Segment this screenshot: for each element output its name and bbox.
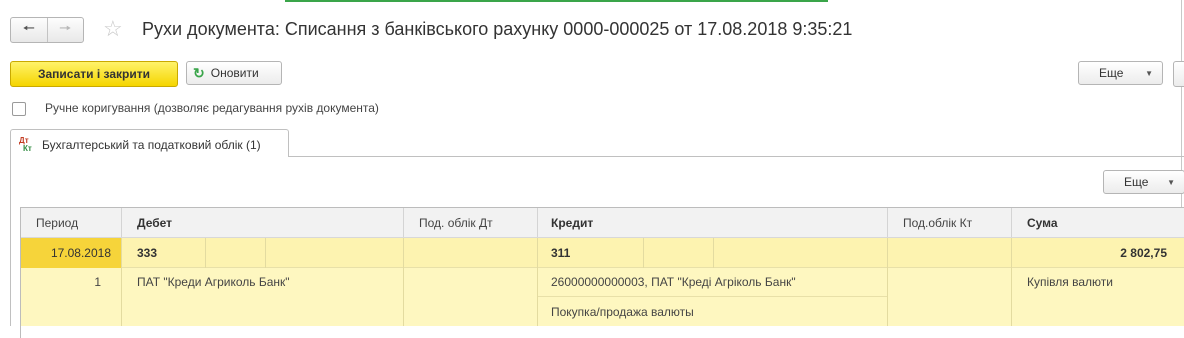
- chevron-down-icon: ▼: [1167, 177, 1175, 187]
- forward-button[interactable]: 🠖: [48, 18, 84, 42]
- more-menu-button[interactable]: Еще ▼: [1078, 61, 1163, 85]
- refresh-label: Оновити: [210, 66, 259, 80]
- cell-debit-account[interactable]: 333: [127, 238, 205, 268]
- page-title: Рухи документа: Списання з банківського …: [142, 19, 853, 39]
- star-icon[interactable]: ☆: [103, 17, 123, 41]
- header-separator: [121, 208, 122, 237]
- col-separator: [121, 238, 122, 326]
- more-label: Еще: [1099, 66, 1124, 80]
- table-more-label: Еще: [1124, 175, 1149, 189]
- col-separator: [403, 238, 404, 326]
- header-credit[interactable]: Кредит: [541, 208, 887, 237]
- header-tax-dt[interactable]: Под. облік Дт: [409, 208, 537, 237]
- panel-border-left: [10, 156, 11, 326]
- cell-credit-subconto[interactable]: 26000000000003, ПАТ "Креді Агріколь Банк…: [541, 268, 887, 296]
- extra-menu-button[interactable]: [1173, 61, 1184, 87]
- back-button[interactable]: 🠔: [11, 18, 47, 42]
- header-separator: [403, 208, 404, 237]
- col-separator: [713, 238, 714, 268]
- col-separator: [265, 238, 266, 268]
- manual-edit-checkbox[interactable]: [12, 102, 26, 116]
- header-period[interactable]: Период: [26, 208, 121, 237]
- header-separator: [537, 208, 538, 237]
- col-separator: [643, 238, 644, 268]
- cell-row-number[interactable]: 1: [26, 268, 111, 296]
- col-separator: [205, 238, 206, 268]
- manual-edit-label: Ручне коригування (дозволяє редагування …: [45, 101, 379, 115]
- arrow-right-icon: 🠖: [59, 20, 72, 36]
- col-separator: [1011, 238, 1012, 326]
- refresh-icon: ↻: [193, 64, 205, 81]
- header-sum[interactable]: Сума: [1017, 208, 1177, 237]
- cell-period[interactable]: 17.08.2018: [26, 238, 121, 268]
- refresh-button[interactable]: ↻ Оновити: [186, 61, 282, 85]
- cell-sum[interactable]: 2 802,75: [1017, 238, 1177, 268]
- arrow-left-icon: 🠔: [22, 20, 35, 36]
- top-accent-line: [285, 0, 828, 2]
- cell-sum-note[interactable]: Купівля валюти: [1017, 268, 1177, 296]
- table-more-menu-button[interactable]: Еще ▼: [1103, 170, 1184, 194]
- chevron-down-icon: ▼: [1145, 68, 1153, 78]
- kt-icon-text: Кт: [23, 144, 32, 153]
- header-tax-kt[interactable]: Под.облік Кт: [893, 208, 1011, 237]
- dt-kt-icon: Дт Кт: [19, 137, 32, 153]
- header-debit[interactable]: Дебет: [127, 208, 403, 237]
- col-separator: [887, 238, 888, 326]
- col-separator: [537, 238, 538, 326]
- tab-underline-gap: [11, 156, 288, 157]
- save-and-close-button[interactable]: Записати і закрити: [10, 61, 178, 87]
- cell-debit-subconto[interactable]: ПАТ "Креди Агриколь Банк": [127, 268, 403, 296]
- tab-accounting-label: Бухгалтерський та податковий облік (1): [42, 138, 261, 152]
- nav-button-group: 🠔 🠖: [10, 17, 84, 43]
- header-separator: [887, 208, 888, 237]
- cell-credit-account[interactable]: 311: [541, 238, 641, 268]
- cell-credit-subconto2[interactable]: Покупка/продажа валюты: [541, 297, 887, 326]
- header-separator: [1011, 208, 1012, 237]
